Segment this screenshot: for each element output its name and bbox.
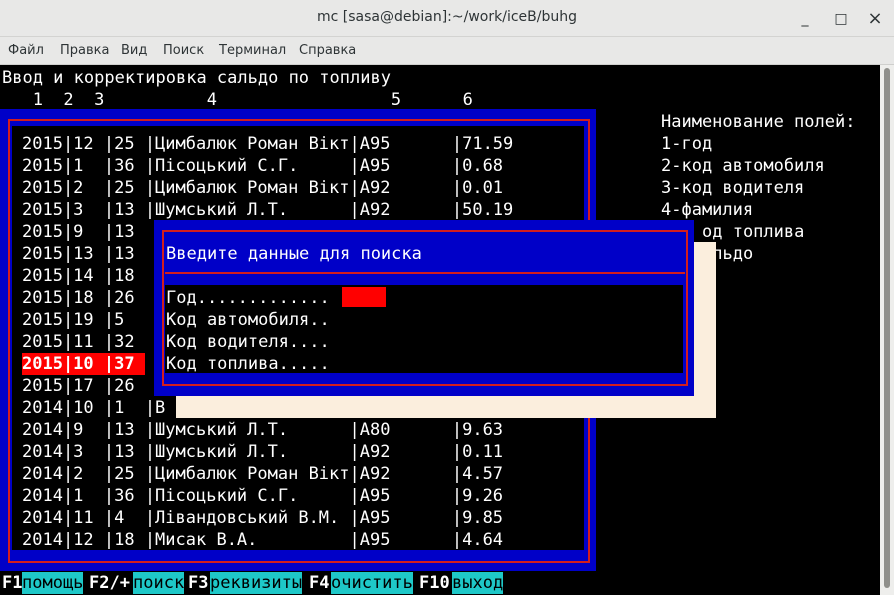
scrollbar-thumb[interactable] bbox=[884, 68, 890, 588]
search-button[interactable]: поиск bbox=[133, 572, 185, 594]
help-button[interactable]: помощь bbox=[22, 572, 84, 594]
exit-button[interactable]: выход bbox=[452, 572, 504, 594]
window-title: mc [sasa@debian]:~/work/iceB/buhg bbox=[317, 9, 577, 25]
f1-key[interactable]: F1 bbox=[2, 572, 23, 594]
maximize-button[interactable]: □ bbox=[830, 8, 852, 30]
table-row[interactable]: 2015|11 |32 bbox=[22, 331, 145, 353]
menu-view[interactable]: Вид bbox=[121, 43, 147, 58]
field-driver-code-label[interactable]: Код водителя.... bbox=[166, 331, 330, 353]
menu-search[interactable]: Поиск bbox=[163, 43, 204, 58]
menu-help[interactable]: Справка bbox=[299, 43, 356, 58]
table-row[interactable]: 2015|13 |13 bbox=[22, 243, 145, 265]
f10-key[interactable]: F10 bbox=[419, 572, 450, 594]
column-numbers: 1 2 3 4 5 6 bbox=[2, 90, 473, 110]
table-row[interactable]: 2014|1 |36 |Пісоцький С.Г. |A95 |9.26 bbox=[22, 485, 503, 507]
table-row[interactable]: 2015|3 |13 |Шумський Л.Т. |A92 |50.19 bbox=[22, 199, 513, 221]
table-row[interactable]: 2015|17 |26 bbox=[22, 375, 145, 397]
field-fuel-code-label[interactable]: Код топлива..... bbox=[166, 353, 330, 375]
table-row-selected[interactable]: 2015|10 |37 bbox=[22, 353, 145, 375]
requisites-button[interactable]: реквизиты bbox=[210, 572, 303, 594]
table-row[interactable]: 2015|14 |18 bbox=[22, 265, 145, 287]
table-row[interactable]: 2014|2 |25 |Цимбалюк Роман Вікт|A92 |4.5… bbox=[22, 463, 503, 485]
legend-item: 2-код автомобиля bbox=[661, 156, 825, 176]
minimize-button[interactable]: _ bbox=[794, 8, 816, 30]
legend-item: 4-фамилия bbox=[661, 200, 754, 220]
menu-bar: Файл Правка Вид Поиск Терминал Справка bbox=[0, 37, 894, 65]
field-year-label: Год............. bbox=[166, 288, 330, 308]
screen-heading: Ввод и корректировка сальдо по топливу bbox=[2, 68, 391, 88]
field-vehicle-code-label[interactable]: Код автомобиля.. bbox=[166, 309, 330, 331]
table-row[interactable]: 2014|12 |18 |Мисак В.А. |A95 |4.64 bbox=[22, 529, 503, 551]
legend-item: 3-код водителя bbox=[661, 178, 805, 198]
close-button[interactable]: × bbox=[864, 8, 886, 30]
year-input[interactable] bbox=[342, 287, 386, 307]
legend-item: 1-год bbox=[661, 134, 713, 154]
legend-title: Наименование полей: bbox=[661, 112, 856, 132]
table-row[interactable]: 2014|10 |1 |В bbox=[22, 397, 165, 419]
dialog-title: Введите данные для поиска bbox=[166, 244, 422, 264]
table-row[interactable]: 2015|18 |26 bbox=[22, 287, 145, 309]
dialog-separator bbox=[165, 272, 685, 274]
menu-terminal[interactable]: Терминал bbox=[219, 43, 286, 58]
window-titlebar: mc [sasa@debian]:~/work/iceB/buhg _ □ × bbox=[0, 0, 894, 37]
table-row[interactable]: 2014|9 |13 |Шумський Л.Т. |A80 |9.63 bbox=[22, 419, 503, 441]
f2-key[interactable]: F2/+ bbox=[89, 572, 130, 594]
table-row[interactable]: 2015|19 |5 bbox=[22, 309, 145, 331]
f3-key[interactable]: F3 bbox=[188, 572, 209, 594]
legend-item: од топлива bbox=[702, 222, 805, 242]
table-row[interactable]: 2015|12 |25 |Цимбалюк Роман Вікт|A95 |71… bbox=[22, 133, 513, 155]
menu-edit[interactable]: Правка bbox=[60, 43, 109, 58]
table-row[interactable]: 2015|2 |25 |Цимбалюк Роман Вікт|A92 |0.0… bbox=[22, 177, 503, 199]
clear-button[interactable]: очистить bbox=[331, 572, 413, 594]
table-row[interactable]: 2014|11 |4 |Лівандовський В.М. |A95 |9.8… bbox=[22, 507, 503, 529]
menu-file[interactable]: Файл bbox=[8, 43, 44, 58]
table-row[interactable]: 2014|3 |13 |Шумський Л.Т. |A92 |0.11 bbox=[22, 441, 503, 463]
table-row[interactable]: 2015|9 |13 bbox=[22, 221, 145, 243]
f4-key[interactable]: F4 bbox=[309, 572, 330, 594]
table-row[interactable]: 2015|1 |36 |Пісоцький С.Г. |A95 |0.68 bbox=[22, 155, 503, 177]
